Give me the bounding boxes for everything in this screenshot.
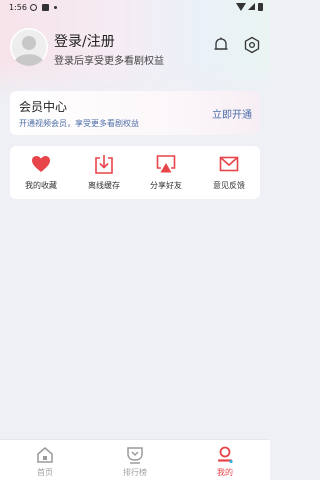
nav-profile-label: 我的 — [217, 468, 233, 477]
nav-home[interactable]: 首页 — [0, 440, 90, 480]
bottom-nav: 首页 排行榜 我的 — [0, 439, 270, 480]
offline-cache-label: 离线缓存 — [88, 181, 120, 190]
home-icon — [37, 447, 53, 463]
battery-icon — [258, 3, 263, 11]
heart-icon — [32, 156, 50, 172]
notification-bell-icon[interactable] — [212, 36, 230, 54]
login-subtitle: 登录后享受更多看剧权益 — [54, 56, 164, 67]
share-friends-label: 分享好友 — [150, 181, 182, 190]
profile-icon — [217, 446, 233, 464]
vip-center-card[interactable]: 会员中心 开通视频会员，享受更多看剧权益 立即开通 — [10, 91, 260, 135]
avatar-placeholder-icon — [10, 28, 48, 66]
feedback-label: 意见反馈 — [213, 181, 245, 190]
nav-ranking-label: 排行榜 — [123, 468, 147, 477]
ranking-icon — [127, 447, 143, 464]
status-time: 1:56 — [9, 3, 27, 12]
dot-status-icon — [54, 6, 57, 9]
nav-home-label: 首页 — [37, 468, 53, 477]
share-friends-button[interactable]: 分享好友 — [135, 146, 197, 199]
vip-open-button[interactable]: 立即开通 — [212, 106, 252, 121]
status-bar: 1:56 — [0, 0, 270, 16]
vip-subtitle: 开通视频会员，享受更多看剧权益 — [19, 119, 139, 128]
settings-icon[interactable] — [243, 36, 261, 54]
download-icon — [95, 155, 113, 174]
avatar[interactable] — [10, 28, 48, 66]
login-register-link[interactable]: 登录/注册 — [54, 31, 115, 51]
settings-status-icon — [30, 4, 37, 11]
favorites-label: 我的收藏 — [25, 181, 57, 190]
offline-cache-button[interactable]: 离线缓存 — [73, 146, 135, 199]
quick-actions-card: 我的收藏 离线缓存 分享好友 意见反馈 — [10, 146, 260, 199]
nav-ranking[interactable]: 排行榜 — [90, 440, 180, 480]
image-status-icon — [42, 4, 49, 11]
feedback-button[interactable]: 意见反馈 — [198, 146, 260, 199]
signal-icon — [248, 3, 255, 10]
share-icon — [156, 155, 176, 173]
vip-title: 会员中心 — [19, 100, 68, 114]
nav-profile[interactable]: 我的 — [180, 440, 270, 480]
wifi-icon — [236, 3, 246, 11]
mail-icon — [219, 156, 239, 172]
favorites-button[interactable]: 我的收藏 — [10, 146, 72, 199]
